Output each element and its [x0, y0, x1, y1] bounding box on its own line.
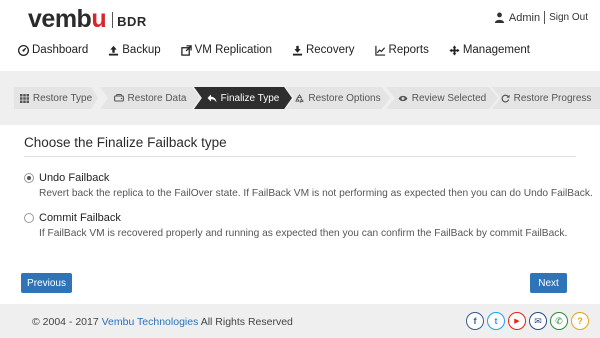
dashboard-icon	[18, 44, 29, 56]
twitter-glyph: t	[494, 316, 498, 326]
company-link[interactable]: Vembu Technologies	[102, 316, 199, 328]
step-label: Review Selected	[411, 92, 487, 104]
logo-wordmark: vembu	[28, 5, 107, 33]
hdd-icon	[113, 94, 124, 102]
youtube-icon[interactable]: ▶	[508, 312, 526, 330]
step-label: Restore Type	[32, 92, 93, 104]
facebook-glyph: f	[473, 316, 477, 326]
step-label: Finalize Type	[220, 92, 280, 104]
main-nav: Dashboard Backup VM Replication Recovery…	[18, 42, 550, 58]
previous-button[interactable]: Previous	[21, 273, 72, 293]
commit-failback-label[interactable]: Commit Failback	[39, 212, 121, 224]
logo-product: BDR	[117, 14, 147, 29]
nav-label: Reports	[388, 44, 429, 56]
nav-label: VM Replication	[194, 44, 272, 56]
nav-label: Backup	[122, 44, 161, 56]
nav-label: Dashboard	[32, 44, 89, 56]
sign-out-link[interactable]: Sign Out	[549, 12, 588, 23]
copyright-years: © 2004 - 2017	[32, 316, 99, 328]
step-finalize-type[interactable]: Finalize Type	[194, 87, 292, 109]
user-icon	[494, 12, 504, 23]
nav-vm-replication[interactable]: VM Replication	[180, 42, 272, 58]
step-restore-data[interactable]: Restore Data	[100, 87, 200, 109]
user-name[interactable]: Admin	[509, 12, 540, 24]
twitter-icon[interactable]: t	[487, 312, 505, 330]
commit-failback-radio[interactable]	[24, 213, 34, 223]
email-icon[interactable]: ✉	[529, 312, 547, 330]
undo-failback-description: Revert back the replica to the FailOver …	[39, 188, 593, 199]
commit-failback-description: If FailBack VM is recovered properly and…	[39, 228, 568, 239]
undo-failback-radio[interactable]	[24, 173, 34, 183]
help-glyph: ?	[577, 316, 583, 326]
upload-icon	[109, 45, 119, 56]
step-review-selected[interactable]: Review Selected	[386, 87, 498, 109]
download-icon	[292, 45, 303, 56]
copyright: © 2004 - 2017 Vembu Technologies All Rig…	[32, 316, 293, 328]
user-divider	[544, 11, 546, 24]
nav-label: Recovery	[305, 44, 355, 56]
copyright-rights: All Rights Reserved	[200, 316, 293, 328]
refresh-icon	[501, 94, 510, 102]
user-area: Admin Sign Out	[494, 11, 588, 24]
option-commit-failback: Commit Failback If FailBack VM is recove…	[24, 212, 567, 239]
header: vembu BDR Admin Sign Out	[0, 0, 600, 38]
move-icon	[449, 44, 460, 56]
nav-recovery[interactable]: Recovery	[292, 42, 355, 58]
phone-icon[interactable]: ✆	[550, 312, 568, 330]
grid-icon	[19, 93, 29, 103]
help-icon[interactable]: ?	[571, 312, 589, 330]
logo-divider	[112, 12, 114, 28]
social-links: f t ▶ ✉ ✆ ?	[466, 312, 592, 330]
wizard-band: Restore Type Restore Data Finalize Type …	[0, 71, 600, 125]
undo-failback-label[interactable]: Undo Failback	[39, 172, 109, 184]
line-chart-icon	[374, 45, 385, 56]
email-glyph: ✉	[534, 315, 542, 326]
nav-management[interactable]: Management	[449, 42, 530, 58]
page-title: Choose the Finalize Failback type	[24, 135, 227, 150]
facebook-icon[interactable]: f	[466, 312, 484, 330]
external-link-icon	[180, 44, 192, 56]
youtube-glyph: ▶	[514, 318, 520, 325]
nav-dashboard[interactable]: Dashboard	[18, 42, 88, 58]
phone-glyph: ✆	[555, 315, 563, 326]
title-divider	[24, 156, 576, 157]
option-undo-failback: Undo Failback Revert back the replica to…	[24, 172, 593, 199]
step-label: Restore Options	[308, 92, 381, 104]
wizard-steps: Restore Type Restore Data Finalize Type …	[14, 87, 600, 109]
vembu-logo[interactable]: vembu BDR	[28, 6, 147, 32]
nav-label: Management	[462, 44, 530, 56]
recycle-icon	[295, 93, 305, 103]
reply-icon	[207, 94, 217, 102]
step-label: Restore Data	[127, 92, 187, 104]
eye-icon	[398, 95, 408, 101]
step-restore-options[interactable]: Restore Options	[286, 87, 390, 109]
step-label: Restore Progress	[513, 92, 592, 104]
footer: © 2004 - 2017 Vembu Technologies All Rig…	[0, 304, 600, 338]
nav-backup[interactable]: Backup	[108, 42, 161, 58]
nav-reports[interactable]: Reports	[374, 42, 429, 58]
step-restore-type[interactable]: Restore Type	[14, 87, 98, 109]
step-restore-progress[interactable]: Restore Progress	[492, 87, 600, 109]
next-button[interactable]: Next	[530, 273, 567, 293]
